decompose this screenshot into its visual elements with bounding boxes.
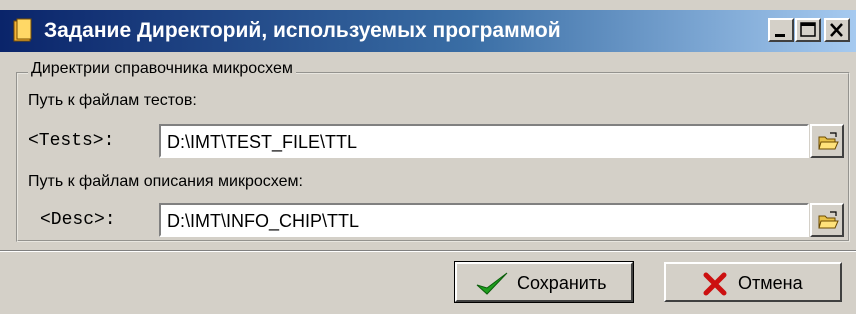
open-folder-icon: [818, 132, 839, 150]
cancel-button[interactable]: Отмена: [664, 262, 842, 302]
checkmark-icon: [476, 272, 508, 295]
open-folder-icon: [818, 211, 839, 229]
desc-path-label: Путь к файлам описания микросхем:: [28, 173, 303, 190]
desc-path-input[interactable]: D:\IMT\INFO_CHIP\TTL: [159, 203, 809, 237]
desc-browse-button[interactable]: [810, 203, 844, 237]
save-button[interactable]: Сохранить: [454, 261, 634, 303]
cross-icon: [703, 272, 727, 296]
tests-browse-button[interactable]: [810, 124, 844, 158]
minimize-button[interactable]: [768, 18, 794, 42]
save-button-label: Сохранить: [517, 273, 607, 293]
maximize-icon: [800, 22, 816, 37]
minimize-icon: [775, 34, 785, 37]
close-button[interactable]: [824, 18, 850, 42]
tests-tag-label: <Tests>:: [28, 131, 115, 151]
tests-path-label: Путь к файлам тестов:: [28, 92, 197, 109]
close-icon: [830, 23, 843, 37]
separator: [0, 250, 856, 252]
maximize-button[interactable]: [795, 18, 821, 42]
cancel-button-label: Отмена: [738, 273, 803, 293]
folder-app-icon: [13, 18, 32, 42]
tests-path-input[interactable]: D:\IMT\TEST_FILE\TTL: [159, 124, 809, 158]
dialog-window: Задание Директорий, используемых програм…: [0, 0, 856, 314]
title-bar[interactable]: Задание Директорий, используемых програм…: [0, 10, 856, 52]
window-title: Задание Директорий, используемых програм…: [44, 19, 561, 42]
desc-tag-label: <Desc>:: [40, 210, 116, 230]
groupbox-title: Директрии справочника микросхем: [28, 60, 296, 78]
